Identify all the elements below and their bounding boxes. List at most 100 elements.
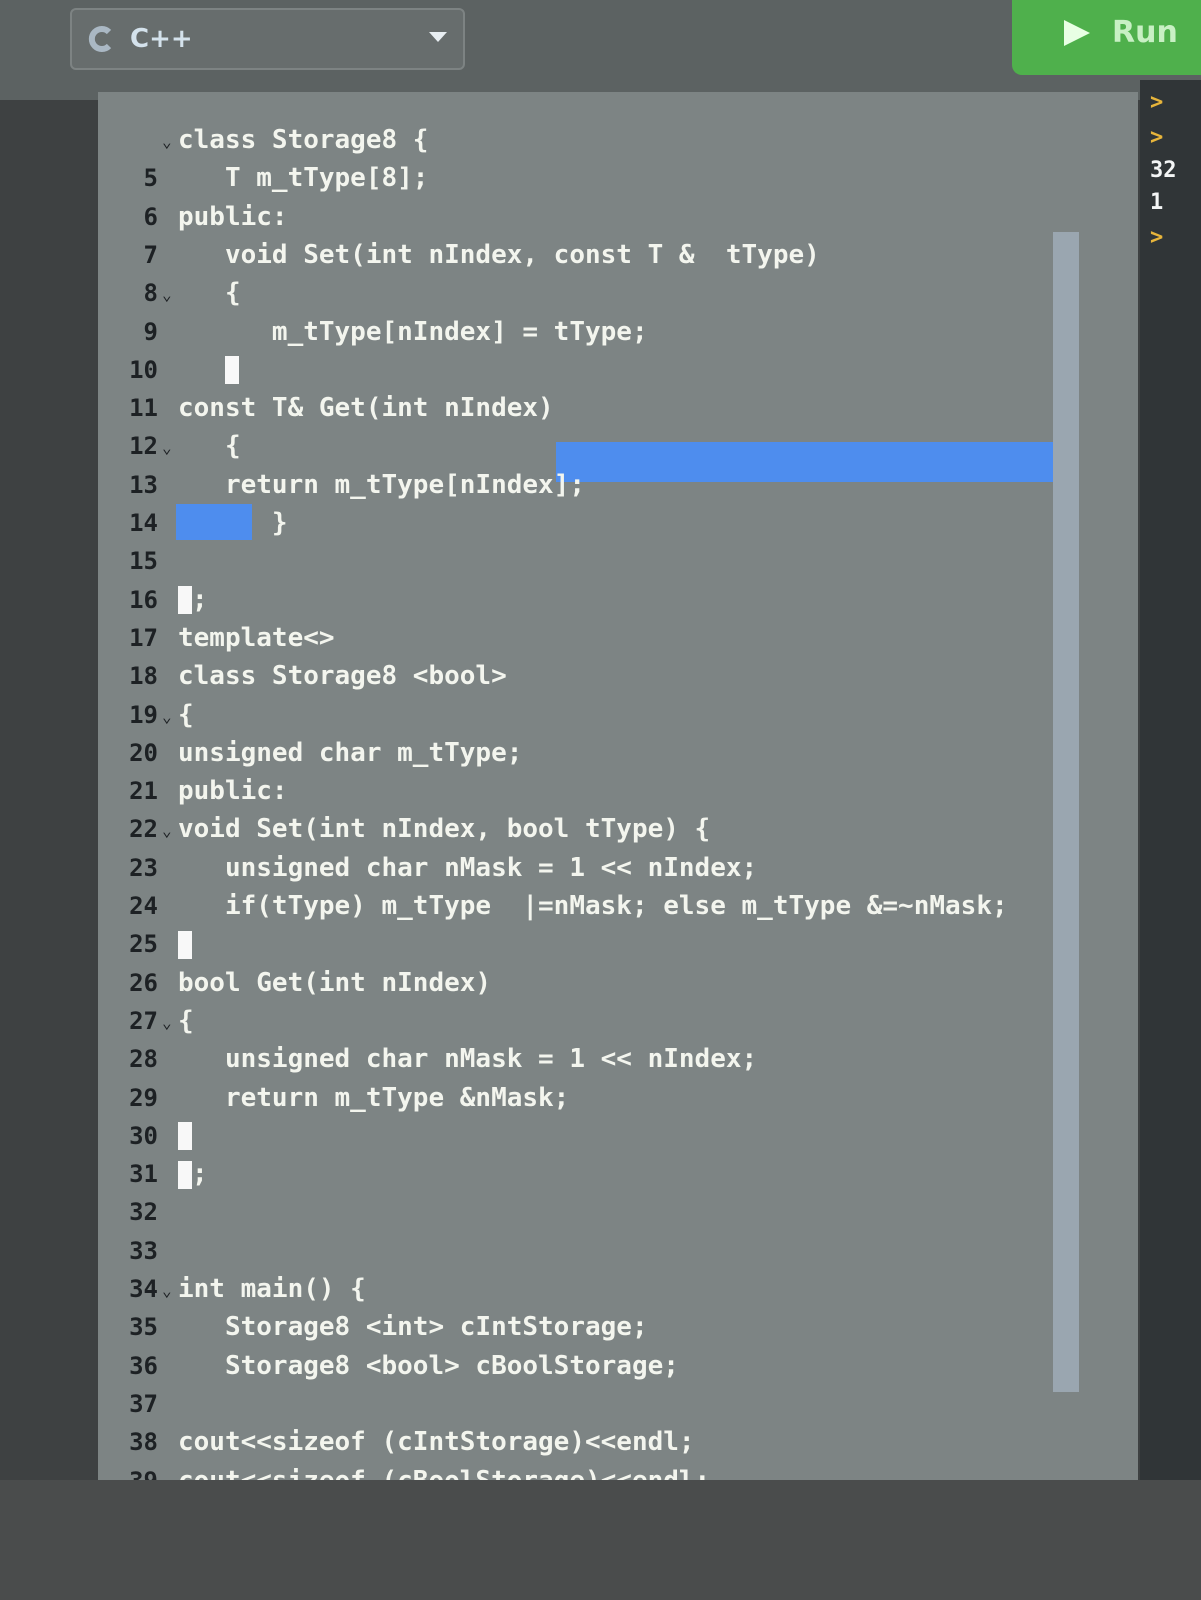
fold-chevron-icon[interactable]: ⌄ <box>162 707 172 726</box>
code-line[interactable]: 6 public: <box>98 199 1138 235</box>
code-line[interactable]: 38 cout<<sizeof (cIntStorage)<<endl; <box>98 1424 1138 1460</box>
code-text-content: { <box>178 431 241 462</box>
code-text-content: unsigned char m_tType; <box>178 737 523 768</box>
code-text-content: public: <box>178 201 288 232</box>
line-number: 11 <box>129 394 158 423</box>
code-line[interactable]: 7 void Set(int nIndex, const T & tType) <box>98 237 1138 273</box>
code-text: class Storage8 <bool> <box>178 661 507 691</box>
toolbar: C++ Run <box>0 0 1201 100</box>
code-text-content: const T& Get(int nIndex) <box>178 393 554 424</box>
language-select[interactable]: C++ <box>70 8 465 70</box>
output-value: 32 <box>1150 158 1177 183</box>
code-line[interactable]: 22 ⌄ void Set(int nIndex, bool tType) { <box>98 811 1138 847</box>
code-text-content: class Storage8 <bool> <box>178 661 507 692</box>
line-number: 6 <box>143 202 158 231</box>
code-line[interactable]: 17 template<> <box>98 620 1138 656</box>
fold-chevron-icon[interactable]: ⌄ <box>162 1281 172 1300</box>
code-line[interactable]: 25 <box>98 926 1138 962</box>
code-editor[interactable]: ⌄ class Storage8 { 5 T m_tType[8]; 6 public:… <box>98 92 1138 1480</box>
fold-chevron-icon[interactable]: ⌄ <box>162 1013 172 1032</box>
line-number: 39 <box>98 1467 158 1481</box>
code-line[interactable]: 9 m_tType[nIndex] = tType; <box>98 314 1138 350</box>
code-text-content: class Storage8 { <box>178 125 429 155</box>
fold-chevron-icon[interactable]: ⌄ <box>162 132 172 151</box>
fold-chevron-icon[interactable]: ⌄ <box>162 821 172 840</box>
code-text: ; <box>178 585 208 615</box>
code-line[interactable]: 31; <box>98 1156 1138 1192</box>
code-line[interactable]: 12 ⌄ { <box>98 428 1138 464</box>
text-cursor <box>224 356 239 385</box>
code-line[interactable]: 16; <box>98 582 1138 618</box>
code-line[interactable]: 34 ⌄ int main() { <box>98 1271 1138 1307</box>
code-line[interactable]: 20 unsigned char m_tType; <box>98 735 1138 771</box>
code-text-content: int main() { <box>178 1274 366 1304</box>
code-text <box>178 1121 192 1151</box>
code-text-content: return m_tType &nMask; <box>178 1082 570 1113</box>
code-line[interactable]: 21 public: <box>98 773 1138 809</box>
code-line[interactable]: 19 ⌄ { <box>98 697 1138 733</box>
code-line[interactable]: 36 Storage8 <bool> cBoolStorage; <box>98 1348 1138 1384</box>
fold-chevron-icon[interactable]: ⌄ <box>162 285 172 304</box>
code-line[interactable]: 28 unsigned char nMask = 1 << nIndex; <box>98 1041 1138 1077</box>
code-text: ; <box>178 1159 208 1189</box>
fold-chevron-icon[interactable]: ⌄ <box>162 438 172 457</box>
text-cursor <box>178 930 192 959</box>
code-line[interactable]: 39 cout<<sizeof (cBoolStorage)<<endl; <box>98 1463 1138 1481</box>
code-text: cout<<sizeof (cBoolStorage)<<endl; <box>178 1466 710 1481</box>
line-number: 34 <box>129 1275 158 1303</box>
run-button-label: Run <box>1112 15 1178 50</box>
line-number: 27 <box>129 1006 158 1035</box>
language-label: C++ <box>130 24 193 54</box>
code-line[interactable]: 11 const T& Get(int nIndex) <box>98 390 1138 426</box>
code-line[interactable]: 23 unsigned char nMask = 1 << nIndex; <box>98 850 1138 886</box>
code-line[interactable]: 5 T m_tType[8]; <box>98 160 1138 196</box>
device-bezel <box>0 1480 1201 1600</box>
code-text-content: cout<<sizeof (cBoolStorage)<<endl; <box>178 1466 710 1481</box>
code-line[interactable]: 33 <box>98 1233 1138 1269</box>
code-text: void Set(int nIndex, const T & tType) <box>178 240 820 270</box>
code-text: { <box>178 1006 194 1036</box>
line-number: 33 <box>129 1236 158 1265</box>
code-line[interactable]: 30 <box>98 1118 1138 1154</box>
code-text: bool Get(int nIndex) <box>178 968 491 998</box>
code-text: const T& Get(int nIndex) <box>178 393 554 423</box>
line-number: 37 <box>129 1389 158 1418</box>
output-prompt-icon: > <box>1150 225 1164 250</box>
code-line[interactable]: 14 } <box>98 505 1138 541</box>
code-text-content: if(tType) m_tType |=nMask; else m_tType … <box>178 891 1008 921</box>
output-prompt-icon: > <box>1150 90 1164 115</box>
code-line[interactable]: 27 ⌄ { <box>98 1003 1138 1039</box>
text-cursor <box>178 1122 192 1151</box>
line-number: 9 <box>143 317 158 346</box>
line-number: 19 <box>129 700 158 729</box>
code-line[interactable]: 8 ⌄ { <box>98 275 1138 311</box>
code-line[interactable]: 10 <box>98 352 1138 388</box>
code-text-content: ; <box>192 584 208 615</box>
run-button[interactable]: Run <box>1012 0 1201 75</box>
code-line[interactable]: 13 return m_tType[nIndex]; <box>98 467 1138 503</box>
code-line[interactable]: 35 Storage8 <int> cIntStorage; <box>98 1309 1138 1345</box>
code-line[interactable]: 37 <box>98 1386 1138 1422</box>
line-number: 28 <box>129 1045 158 1074</box>
code-text-content: unsigned char nMask = 1 << nIndex; <box>178 1044 758 1075</box>
line-number: 5 <box>143 164 158 193</box>
code-text-content: void Set(int nIndex, const T & tType) <box>178 239 820 270</box>
code-text-content: Storage8 <bool> cBoolStorage; <box>178 1350 679 1381</box>
editor-scrollbar[interactable] <box>1053 232 1079 1392</box>
code-text-content: return m_tType[nIndex]; <box>178 469 585 500</box>
code-text: Storage8 <int> cIntStorage; <box>178 1312 648 1342</box>
line-number: 22 <box>129 815 158 844</box>
code-line[interactable]: 18 class Storage8 <bool> <box>98 658 1138 694</box>
code-line[interactable]: 32 <box>98 1194 1138 1230</box>
code-line[interactable]: 26 bool Get(int nIndex) <box>98 965 1138 1001</box>
code-text-content: ; <box>192 1159 208 1190</box>
code-line[interactable]: ⌄ class Storage8 { <box>98 122 1138 158</box>
line-number: 29 <box>129 1083 158 1112</box>
code-text-content: template<> <box>178 622 335 653</box>
code-line[interactable]: 15 <box>98 543 1138 579</box>
code-line[interactable]: 24 if(tType) m_tType |=nMask; else m_tTy… <box>98 888 1138 924</box>
code-line[interactable]: 29 return m_tType &nMask; <box>98 1080 1138 1116</box>
code-text <box>178 355 239 385</box>
output-console: > >32 1 > <box>1140 80 1201 1500</box>
code-text: return m_tType &nMask; <box>178 1083 569 1113</box>
